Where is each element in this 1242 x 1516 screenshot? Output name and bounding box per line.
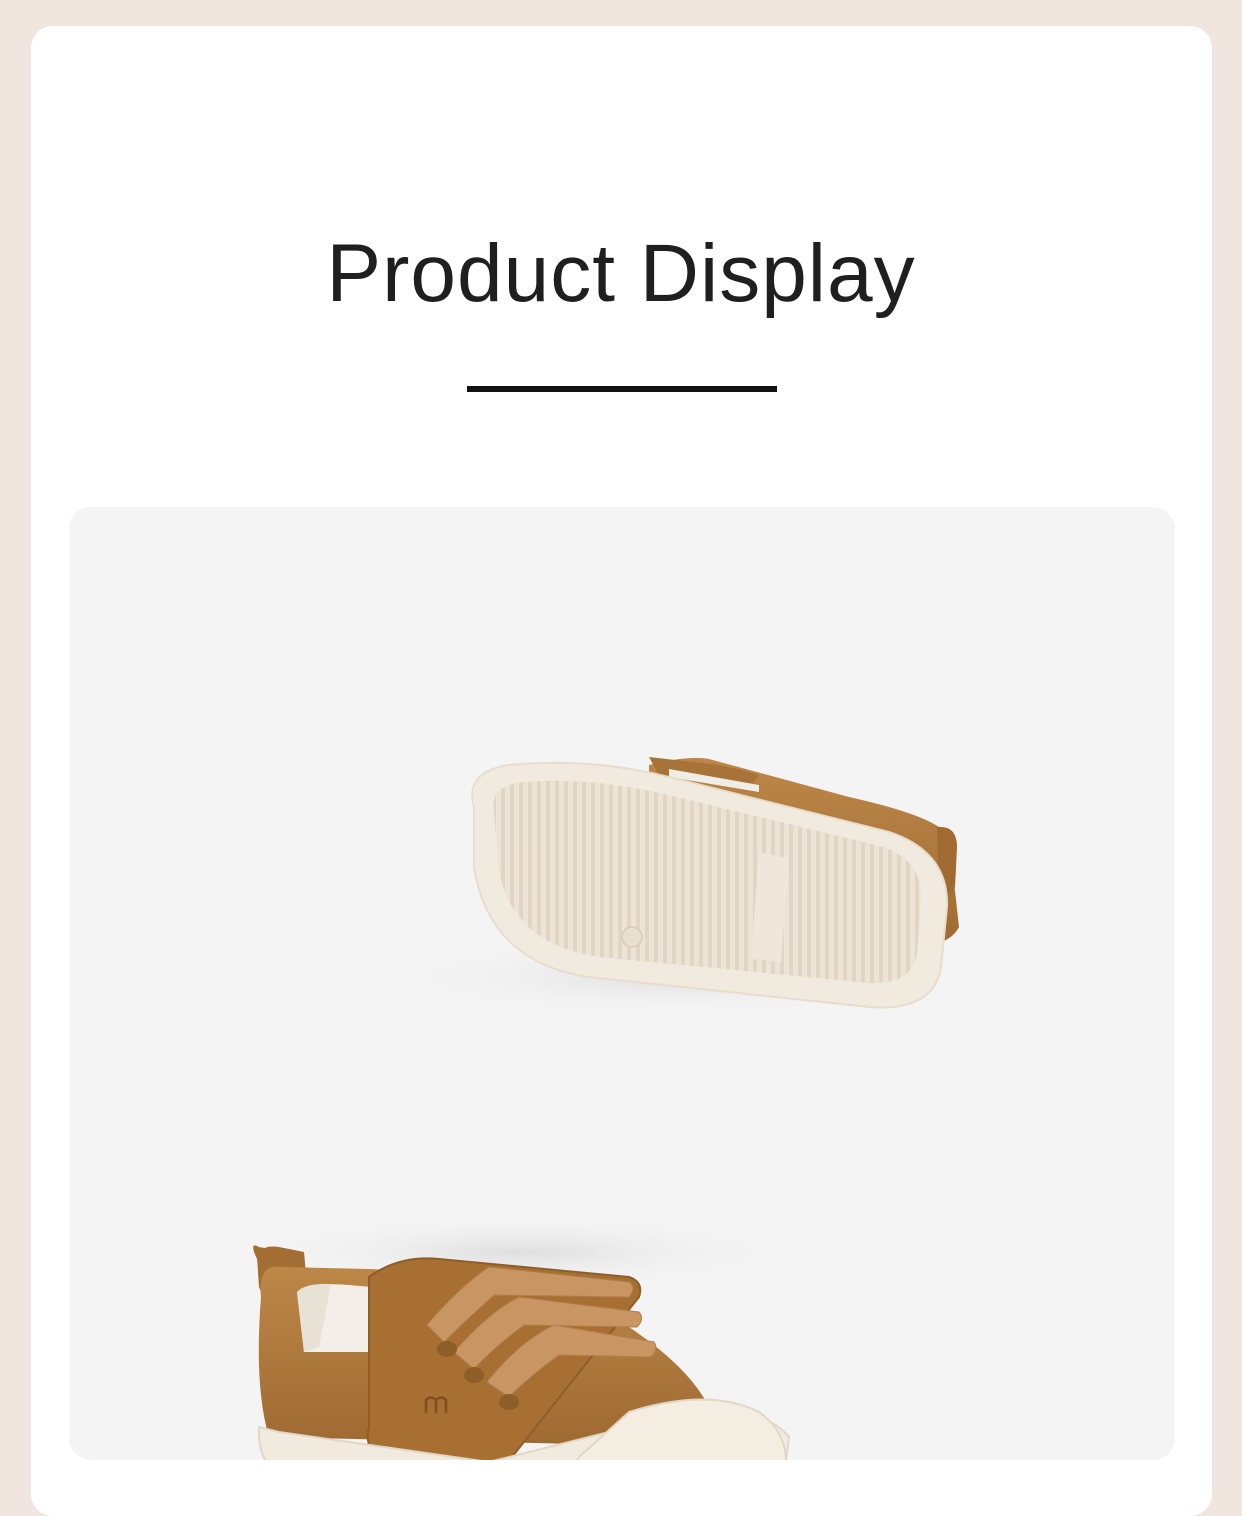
shoe-sole-view [379,757,979,1017]
product-photo [239,757,979,1460]
title-underline [467,386,777,392]
section-title: Product Display [326,228,916,319]
product-photo-panel [69,507,1175,1460]
shoe-side-view [239,1214,799,1460]
